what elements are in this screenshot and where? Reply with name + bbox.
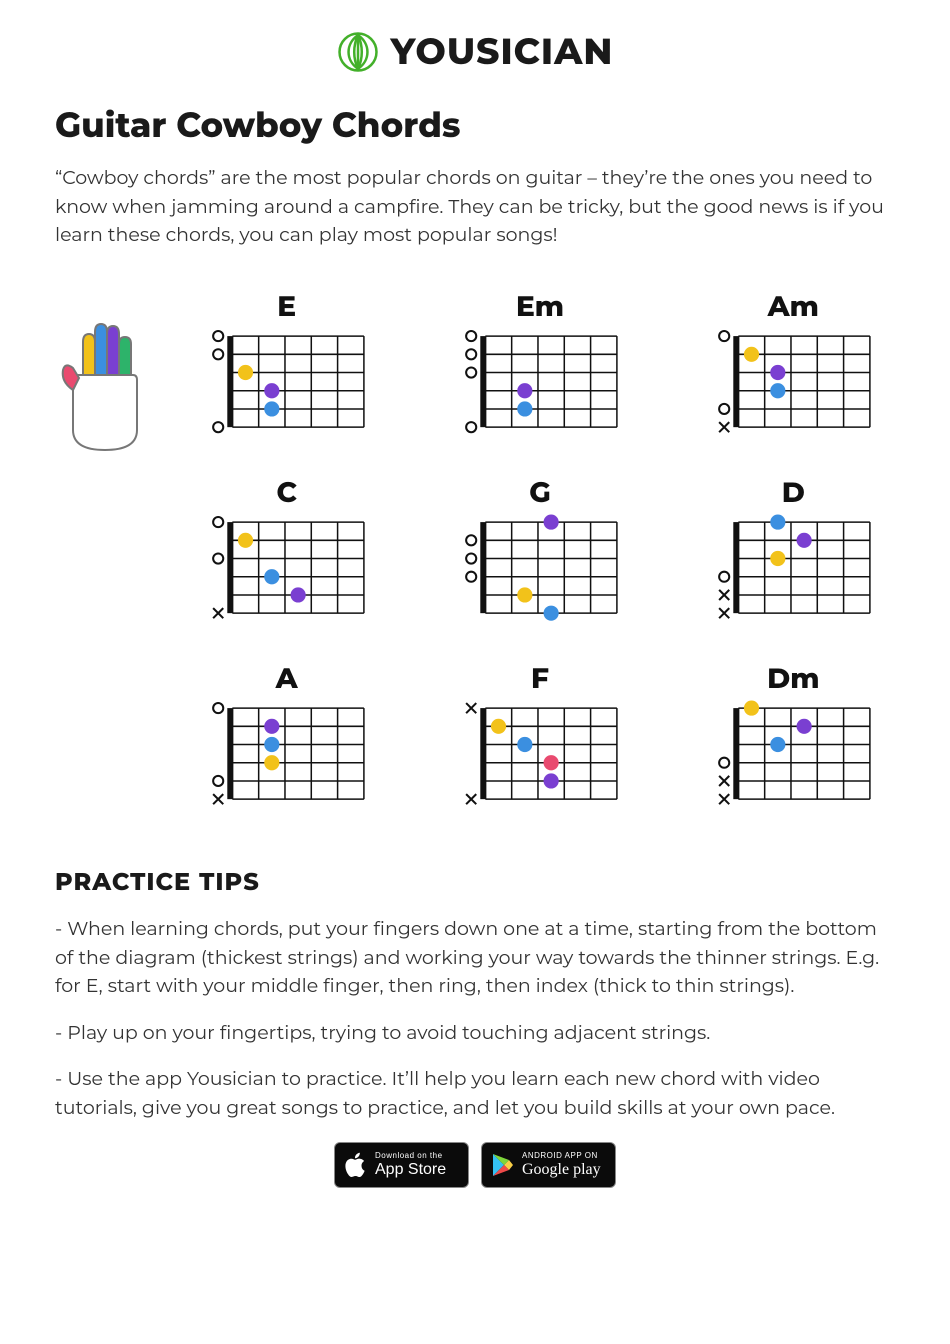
chord-chart bbox=[185, 328, 388, 446]
hand-legend bbox=[55, 290, 175, 819]
chord-diagram: C bbox=[185, 476, 388, 632]
chord-diagram: D bbox=[692, 476, 895, 632]
chord-chart bbox=[438, 514, 641, 632]
google-play-icon bbox=[492, 1153, 514, 1177]
chord-name: F bbox=[438, 662, 641, 696]
page-title: Guitar Cowboy Chords bbox=[55, 104, 895, 146]
chord-diagram: G bbox=[438, 476, 641, 632]
app-store-line1: Download on the bbox=[375, 1152, 446, 1161]
tip-text: - Use the app Yousician to practice. It’… bbox=[55, 1065, 895, 1122]
chord-name: C bbox=[185, 476, 388, 510]
chord-chart bbox=[185, 700, 388, 818]
tip-text: - When learning chords, put your fingers… bbox=[55, 915, 895, 1001]
chord-name: D bbox=[692, 476, 895, 510]
chord-chart bbox=[692, 700, 895, 818]
chords-area: E Em Am C G D A F Dm bbox=[55, 290, 895, 819]
chord-chart bbox=[185, 514, 388, 632]
yousician-logo-icon bbox=[337, 31, 379, 73]
chord-diagram: Am bbox=[692, 290, 895, 446]
brand-logo: YOUSICIAN bbox=[55, 30, 895, 74]
chord-diagram: Em bbox=[438, 290, 641, 446]
chord-chart bbox=[438, 328, 641, 446]
chord-diagram: A bbox=[185, 662, 388, 818]
chord-name: Am bbox=[692, 290, 895, 324]
google-play-badge[interactable]: ANDROID APP ON Google play bbox=[481, 1142, 616, 1188]
apple-icon bbox=[345, 1152, 367, 1178]
charts-grid: E Em Am C G D A F Dm bbox=[185, 290, 895, 819]
chord-name: G bbox=[438, 476, 641, 510]
tips-heading: PRACTICE TIPS bbox=[55, 868, 895, 897]
store-badges: Download on the App Store ANDROID APP ON… bbox=[55, 1142, 895, 1188]
app-store-line2: App Store bbox=[375, 1161, 446, 1179]
tip-text: - Play up on your fingertips, trying to … bbox=[55, 1019, 895, 1048]
google-play-line2: Google play bbox=[522, 1161, 601, 1179]
hand-icon bbox=[55, 320, 155, 460]
chord-chart bbox=[692, 514, 895, 632]
chord-name: E bbox=[185, 290, 388, 324]
chord-diagram: E bbox=[185, 290, 388, 446]
app-store-badge[interactable]: Download on the App Store bbox=[334, 1142, 469, 1188]
google-play-line1: ANDROID APP ON bbox=[522, 1152, 601, 1161]
chord-diagram: F bbox=[438, 662, 641, 818]
brand-name: YOUSICIAN bbox=[391, 30, 614, 74]
chord-diagram: Dm bbox=[692, 662, 895, 818]
chord-name: Dm bbox=[692, 662, 895, 696]
chord-chart bbox=[438, 700, 641, 818]
chord-chart bbox=[692, 328, 895, 446]
intro-paragraph: “Cowboy chords” are the most popular cho… bbox=[55, 164, 895, 250]
chord-name: A bbox=[185, 662, 388, 696]
chord-name: Em bbox=[438, 290, 641, 324]
